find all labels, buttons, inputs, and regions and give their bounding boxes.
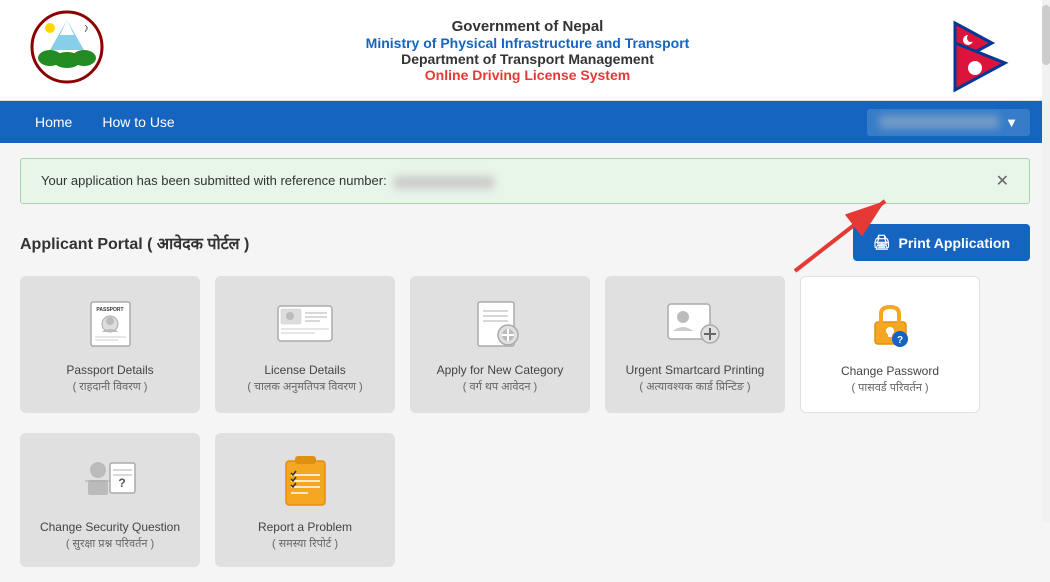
new-category-icon	[465, 296, 535, 351]
report-problem-label: Report a Problem ( समस्या रिपोर्ट )	[230, 518, 380, 553]
printer-icon: 🖨	[873, 234, 891, 251]
license-details-label: License Details ( चालक अनुमतिपत्र विवरण …	[230, 361, 380, 396]
cards-row-2: ? ? ? Change Security Question ( सुरक्षा…	[0, 433, 1050, 582]
new-category-label: Apply for New Category ( वर्ग थप आवेदन )	[425, 361, 575, 396]
user-dropdown[interactable]: ▼	[867, 109, 1030, 136]
page-header: Government of Nepal Ministry of Physical…	[0, 0, 1050, 101]
card-new-category[interactable]: Apply for New Category ( वर्ग थप आवेदन )	[410, 276, 590, 413]
navbar: Home How to Use ▼	[0, 101, 1050, 143]
smartcard-label: Urgent Smartcard Printing ( अत्यावश्यक क…	[620, 361, 770, 396]
svg-text:?: ?	[118, 476, 125, 490]
svg-text:PASSPORT: PASSPORT	[96, 307, 123, 313]
scrollbar-thumb[interactable]	[1042, 5, 1050, 65]
system-title: Online Driving License System	[105, 67, 950, 83]
license-icon	[270, 296, 340, 351]
dropdown-arrow-icon: ▼	[1005, 115, 1018, 130]
card-report-problem[interactable]: Report a Problem ( समस्या रिपोर्ट )	[215, 433, 395, 568]
passport-details-label: Passport Details ( राहदानी विवरण )	[35, 361, 185, 396]
gov-title: Government of Nepal	[105, 18, 950, 35]
dept-title: Department of Transport Management	[105, 51, 950, 67]
ministry-title: Ministry of Physical Infrastructure and …	[105, 35, 950, 51]
security-icon: ? ? ?	[75, 453, 145, 508]
portal-wrapper: PASSPORT Passport Details ( राहदानी विवर…	[0, 276, 1050, 428]
password-icon: ?	[855, 297, 925, 352]
navbar-right: ▼	[867, 109, 1030, 136]
card-change-password[interactable]: ? Change Password ( पासवर्ड परिवर्तन )	[800, 276, 980, 413]
passport-icon: PASSPORT	[75, 296, 145, 351]
nepal-emblem	[30, 10, 105, 90]
card-passport-details[interactable]: PASSPORT Passport Details ( राहदानी विवर…	[20, 276, 200, 413]
change-password-label: Change Password ( पासवर्ड परिवर्तन )	[816, 362, 964, 397]
portal-header: Applicant Portal ( आवेदक पोर्टल ) 🖨 Prin…	[0, 219, 1050, 276]
nav-how-to-use[interactable]: How to Use	[87, 101, 189, 143]
card-change-security[interactable]: ? ? ? Change Security Question ( सुरक्षा…	[20, 433, 200, 568]
scrollbar[interactable]	[1042, 0, 1050, 522]
smartcard-icon	[660, 296, 730, 351]
header-center: Government of Nepal Ministry of Physical…	[105, 18, 950, 83]
change-security-label: Change Security Question ( सुरक्षा प्रश्…	[35, 518, 185, 553]
success-alert: Your application has been submitted with…	[20, 158, 1030, 204]
print-application-button[interactable]: 🖨 Print Application	[853, 224, 1030, 261]
cards-row-1: PASSPORT Passport Details ( राहदानी विवर…	[0, 276, 1050, 428]
card-urgent-smartcard[interactable]: Urgent Smartcard Printing ( अत्यावश्यक क…	[605, 276, 785, 413]
alert-close-button[interactable]: ✕	[996, 171, 1009, 191]
card-license-details[interactable]: License Details ( चालक अनुमतिपत्र विवरण …	[215, 276, 395, 413]
nav-home[interactable]: Home	[20, 101, 87, 143]
nepal-flag	[950, 18, 1020, 83]
svg-text:?: ?	[896, 335, 902, 346]
print-btn-label: Print Application	[899, 235, 1010, 251]
report-icon	[270, 453, 340, 508]
reference-number-blurred	[394, 176, 494, 189]
portal-title: Applicant Portal ( आवेदक पोर्टल )	[20, 232, 249, 254]
user-name-blurred	[879, 115, 999, 129]
alert-message: Your application has been submitted with…	[41, 173, 494, 188]
